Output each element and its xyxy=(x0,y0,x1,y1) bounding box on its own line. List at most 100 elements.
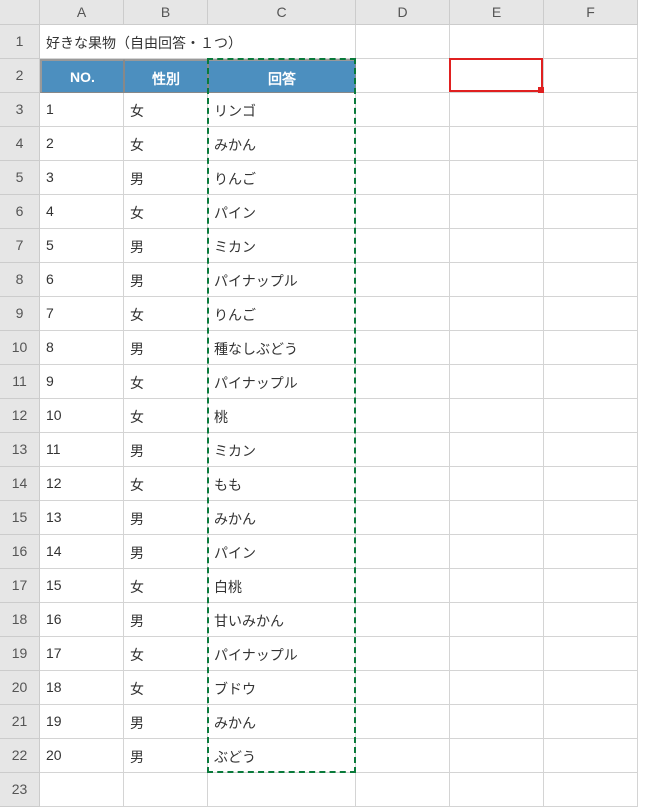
row-header-17[interactable]: 17 xyxy=(0,569,40,603)
row-header-5[interactable]: 5 xyxy=(0,161,40,195)
row-header-13[interactable]: 13 xyxy=(0,433,40,467)
row-header-1[interactable]: 1 xyxy=(0,25,40,59)
col-header-b[interactable]: B xyxy=(124,0,208,25)
cell-f1[interactable] xyxy=(544,25,638,59)
cell-e16[interactable] xyxy=(450,535,544,569)
table-cell-no[interactable]: 4 xyxy=(40,195,124,229)
cell-d10[interactable] xyxy=(356,331,450,365)
row-header-8[interactable]: 8 xyxy=(0,263,40,297)
table-cell-no[interactable]: 14 xyxy=(40,535,124,569)
table-cell-answer[interactable]: ブドウ xyxy=(208,671,356,705)
cell-f8[interactable] xyxy=(544,263,638,297)
row-header-7[interactable]: 7 xyxy=(0,229,40,263)
row-header-22[interactable]: 22 xyxy=(0,739,40,773)
cell-d23[interactable] xyxy=(356,773,450,807)
cell-e23[interactable] xyxy=(450,773,544,807)
table-cell-gender[interactable]: 男 xyxy=(124,535,208,569)
row-header-9[interactable]: 9 xyxy=(0,297,40,331)
table-cell-gender[interactable]: 女 xyxy=(124,671,208,705)
row-header-16[interactable]: 16 xyxy=(0,535,40,569)
cell-f10[interactable] xyxy=(544,331,638,365)
cell-e17[interactable] xyxy=(450,569,544,603)
cell-d1[interactable] xyxy=(356,25,450,59)
row-header-23[interactable]: 23 xyxy=(0,773,40,807)
cell-f9[interactable] xyxy=(544,297,638,331)
table-cell-gender[interactable]: 女 xyxy=(124,195,208,229)
cell-e4[interactable] xyxy=(450,127,544,161)
cell-e12[interactable] xyxy=(450,399,544,433)
cell-e14[interactable] xyxy=(450,467,544,501)
cell-e8[interactable] xyxy=(450,263,544,297)
cell-d12[interactable] xyxy=(356,399,450,433)
table-cell-answer[interactable]: 白桃 xyxy=(208,569,356,603)
cell-d13[interactable] xyxy=(356,433,450,467)
table-cell-answer[interactable]: ミカン xyxy=(208,433,356,467)
col-header-e[interactable]: E xyxy=(450,0,544,25)
row-header-14[interactable]: 14 xyxy=(0,467,40,501)
cell-e22[interactable] xyxy=(450,739,544,773)
table-th-gender[interactable]: 性別 xyxy=(124,59,208,93)
col-header-a[interactable]: A xyxy=(40,0,124,25)
cell-e10[interactable] xyxy=(450,331,544,365)
cell-f2[interactable] xyxy=(544,59,638,93)
table-cell-gender[interactable]: 女 xyxy=(124,297,208,331)
cell-d8[interactable] xyxy=(356,263,450,297)
cell-d20[interactable] xyxy=(356,671,450,705)
select-all-corner[interactable] xyxy=(0,0,40,25)
cell-d19[interactable] xyxy=(356,637,450,671)
cell-d7[interactable] xyxy=(356,229,450,263)
cell-f17[interactable] xyxy=(544,569,638,603)
cell-f5[interactable] xyxy=(544,161,638,195)
table-cell-answer[interactable]: 桃 xyxy=(208,399,356,433)
row-header-15[interactable]: 15 xyxy=(0,501,40,535)
table-cell-answer[interactable]: 種なしぶどう xyxy=(208,331,356,365)
row-header-3[interactable]: 3 xyxy=(0,93,40,127)
cell-e20[interactable] xyxy=(450,671,544,705)
table-cell-answer[interactable]: もも xyxy=(208,467,356,501)
title-cell[interactable]: 好きな果物（自由回答・１つ） xyxy=(40,25,356,59)
table-cell-answer[interactable]: パイナップル xyxy=(208,365,356,399)
table-cell-no[interactable]: 19 xyxy=(40,705,124,739)
cell-f19[interactable] xyxy=(544,637,638,671)
cell-f16[interactable] xyxy=(544,535,638,569)
table-th-answer[interactable]: 回答 xyxy=(208,59,356,93)
row-header-20[interactable]: 20 xyxy=(0,671,40,705)
cell-e3[interactable] xyxy=(450,93,544,127)
table-cell-answer[interactable]: ぶどう xyxy=(208,739,356,773)
table-cell-gender[interactable]: 男 xyxy=(124,501,208,535)
cell-d4[interactable] xyxy=(356,127,450,161)
cell-f14[interactable] xyxy=(544,467,638,501)
cell-d9[interactable] xyxy=(356,297,450,331)
cell-f23[interactable] xyxy=(544,773,638,807)
table-cell-no[interactable]: 20 xyxy=(40,739,124,773)
cell-d21[interactable] xyxy=(356,705,450,739)
row-header-4[interactable]: 4 xyxy=(0,127,40,161)
cell-d6[interactable] xyxy=(356,195,450,229)
cell-d15[interactable] xyxy=(356,501,450,535)
row-header-6[interactable]: 6 xyxy=(0,195,40,229)
cell-d11[interactable] xyxy=(356,365,450,399)
table-cell-gender[interactable]: 男 xyxy=(124,229,208,263)
table-cell-no[interactable]: 18 xyxy=(40,671,124,705)
table-cell-answer[interactable]: みかん xyxy=(208,705,356,739)
cell-e1[interactable] xyxy=(450,25,544,59)
cell-e6[interactable] xyxy=(450,195,544,229)
cell-e9[interactable] xyxy=(450,297,544,331)
table-cell-gender[interactable]: 女 xyxy=(124,93,208,127)
cell-e5[interactable] xyxy=(450,161,544,195)
table-th-no[interactable]: NO. xyxy=(40,59,124,93)
table-cell-no[interactable]: 16 xyxy=(40,603,124,637)
table-cell-no[interactable]: 11 xyxy=(40,433,124,467)
cell-f15[interactable] xyxy=(544,501,638,535)
table-cell-answer[interactable]: パイン xyxy=(208,535,356,569)
cell-e7[interactable] xyxy=(450,229,544,263)
col-header-c[interactable]: C xyxy=(208,0,356,25)
cell-e13[interactable] xyxy=(450,433,544,467)
table-cell-no[interactable]: 10 xyxy=(40,399,124,433)
cell-d5[interactable] xyxy=(356,161,450,195)
cell-c23[interactable] xyxy=(208,773,356,807)
cell-e18[interactable] xyxy=(450,603,544,637)
table-cell-answer[interactable]: パイナップル xyxy=(208,263,356,297)
table-cell-answer[interactable]: リンゴ xyxy=(208,93,356,127)
table-cell-answer[interactable]: りんご xyxy=(208,161,356,195)
